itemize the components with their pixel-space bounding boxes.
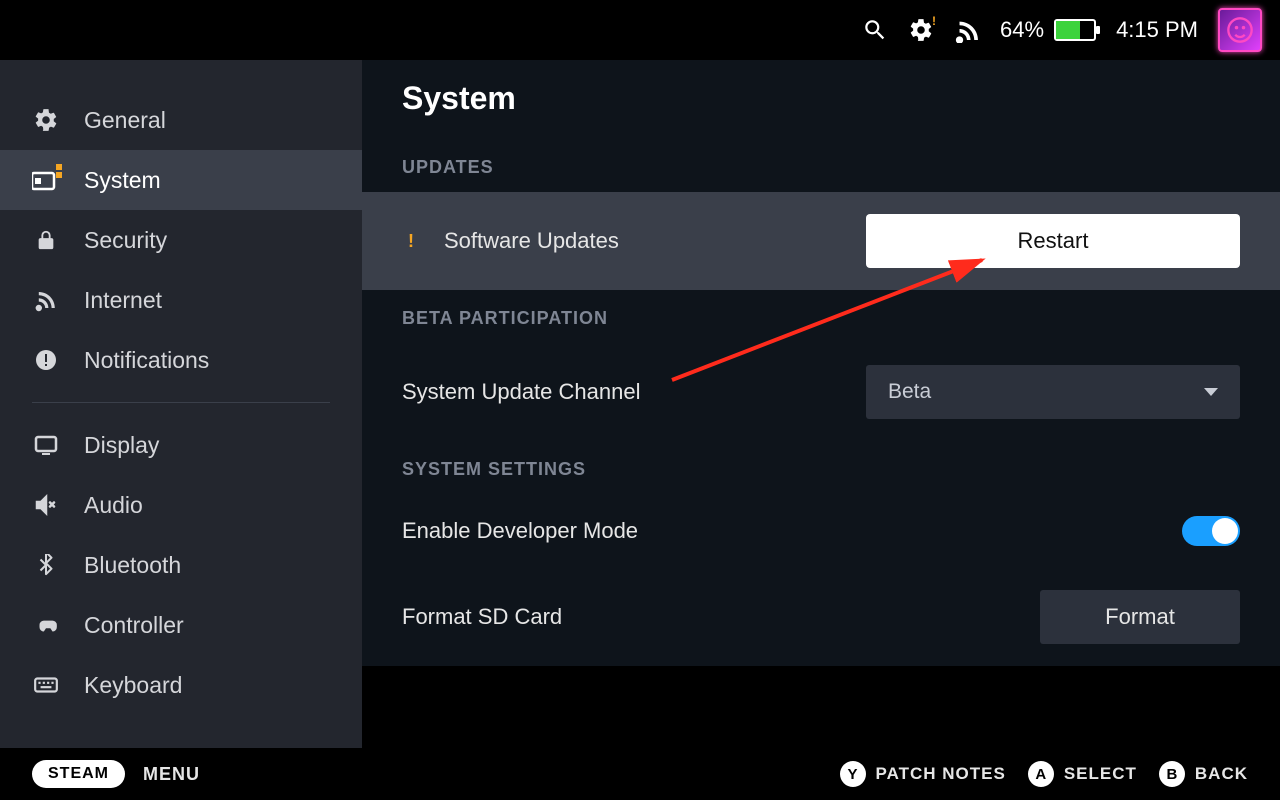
bottom-bar: STEAM MENU Y PATCH NOTES A SELECT B BACK bbox=[0, 748, 1280, 800]
bluetooth-icon bbox=[32, 551, 60, 579]
sidebar-item-notifications[interactable]: Notifications bbox=[0, 330, 362, 390]
hint-label: SELECT bbox=[1064, 764, 1137, 784]
hint-select[interactable]: A SELECT bbox=[1028, 761, 1137, 787]
sidebar-item-label: Security bbox=[84, 227, 167, 254]
alert-icon bbox=[32, 346, 60, 374]
lock-icon bbox=[32, 226, 60, 254]
section-beta: BETA PARTICIPATION bbox=[362, 290, 1280, 343]
top-bar: ! 64% 4:15 PM bbox=[0, 0, 1280, 60]
sidebar-item-security[interactable]: Security bbox=[0, 210, 362, 270]
sidebar-divider bbox=[32, 402, 330, 403]
sidebar-item-label: System bbox=[84, 167, 161, 194]
row-format-sd: Format SD Card Format bbox=[362, 568, 1280, 666]
network-icon[interactable] bbox=[954, 17, 980, 43]
gear-icon bbox=[32, 106, 60, 134]
content-panel: System UPDATES ! Software Updates Restar… bbox=[362, 60, 1280, 666]
row-update-channel: System Update Channel Beta bbox=[362, 343, 1280, 441]
search-icon[interactable] bbox=[862, 17, 888, 43]
wifi-icon bbox=[32, 286, 60, 314]
avatar[interactable] bbox=[1218, 8, 1262, 52]
sidebar-item-internet[interactable]: Internet bbox=[0, 270, 362, 330]
keyboard-icon bbox=[32, 671, 60, 699]
select-value: Beta bbox=[888, 380, 931, 404]
sidebar-item-label: Keyboard bbox=[84, 672, 182, 699]
sidebar-item-audio[interactable]: Audio bbox=[0, 475, 362, 535]
sidebar-item-controller[interactable]: Controller bbox=[0, 595, 362, 655]
dev-mode-toggle[interactable] bbox=[1182, 516, 1240, 546]
system-icon bbox=[32, 166, 60, 194]
row-software-updates[interactable]: ! Software Updates Restart bbox=[362, 192, 1280, 290]
row-label: System Update Channel bbox=[402, 379, 640, 405]
hint-patch-notes[interactable]: Y PATCH NOTES bbox=[840, 761, 1006, 787]
display-icon bbox=[32, 431, 60, 459]
row-label: Enable Developer Mode bbox=[402, 518, 638, 544]
sidebar-item-system[interactable]: System bbox=[0, 150, 362, 210]
sidebar-item-label: Bluetooth bbox=[84, 552, 181, 579]
sidebar-item-label: Internet bbox=[84, 287, 162, 314]
steam-badge[interactable]: STEAM bbox=[32, 760, 125, 788]
audio-icon bbox=[32, 491, 60, 519]
sidebar-item-display[interactable]: Display bbox=[0, 415, 362, 475]
y-button-icon: Y bbox=[840, 761, 866, 787]
sidebar-item-label: Notifications bbox=[84, 347, 209, 374]
a-button-icon: A bbox=[1028, 761, 1054, 787]
row-dev-mode: Enable Developer Mode bbox=[362, 494, 1280, 568]
sidebar-item-label: Audio bbox=[84, 492, 143, 519]
menu-label: MENU bbox=[143, 764, 200, 785]
sidebar-item-general[interactable]: General bbox=[0, 90, 362, 150]
main-area: General System Security Internet bbox=[0, 60, 1280, 748]
update-channel-select[interactable]: Beta bbox=[866, 365, 1240, 419]
row-label: Format SD Card bbox=[402, 604, 562, 630]
format-button[interactable]: Format bbox=[1040, 590, 1240, 644]
battery-status: 64% bbox=[1000, 17, 1096, 43]
app-root: ! 64% 4:15 PM General bbox=[0, 0, 1280, 800]
chevron-down-icon bbox=[1204, 388, 1218, 396]
battery-icon bbox=[1054, 19, 1096, 41]
restart-button[interactable]: Restart bbox=[866, 214, 1240, 268]
row-label: Software Updates bbox=[444, 228, 619, 254]
sidebar-item-bluetooth[interactable]: Bluetooth bbox=[0, 535, 362, 595]
section-system-settings: SYSTEM SETTINGS bbox=[362, 441, 1280, 494]
sidebar: General System Security Internet bbox=[0, 60, 362, 748]
sidebar-item-keyboard[interactable]: Keyboard bbox=[0, 655, 362, 715]
section-updates: UPDATES bbox=[362, 139, 1280, 192]
sidebar-item-label: Display bbox=[84, 432, 159, 459]
sidebar-item-label: Controller bbox=[84, 612, 184, 639]
b-button-icon: B bbox=[1159, 761, 1185, 787]
hint-label: BACK bbox=[1195, 764, 1248, 784]
sidebar-item-label: General bbox=[84, 107, 166, 134]
hint-back[interactable]: B BACK bbox=[1159, 761, 1248, 787]
clock: 4:15 PM bbox=[1116, 17, 1198, 43]
content-wrap: System UPDATES ! Software Updates Restar… bbox=[362, 60, 1280, 748]
controller-icon bbox=[32, 611, 60, 639]
battery-percent: 64% bbox=[1000, 17, 1044, 43]
settings-icon[interactable]: ! bbox=[908, 17, 934, 43]
page-title: System bbox=[362, 80, 1280, 139]
update-alert-icon: ! bbox=[402, 231, 420, 252]
hint-label: PATCH NOTES bbox=[876, 764, 1006, 784]
